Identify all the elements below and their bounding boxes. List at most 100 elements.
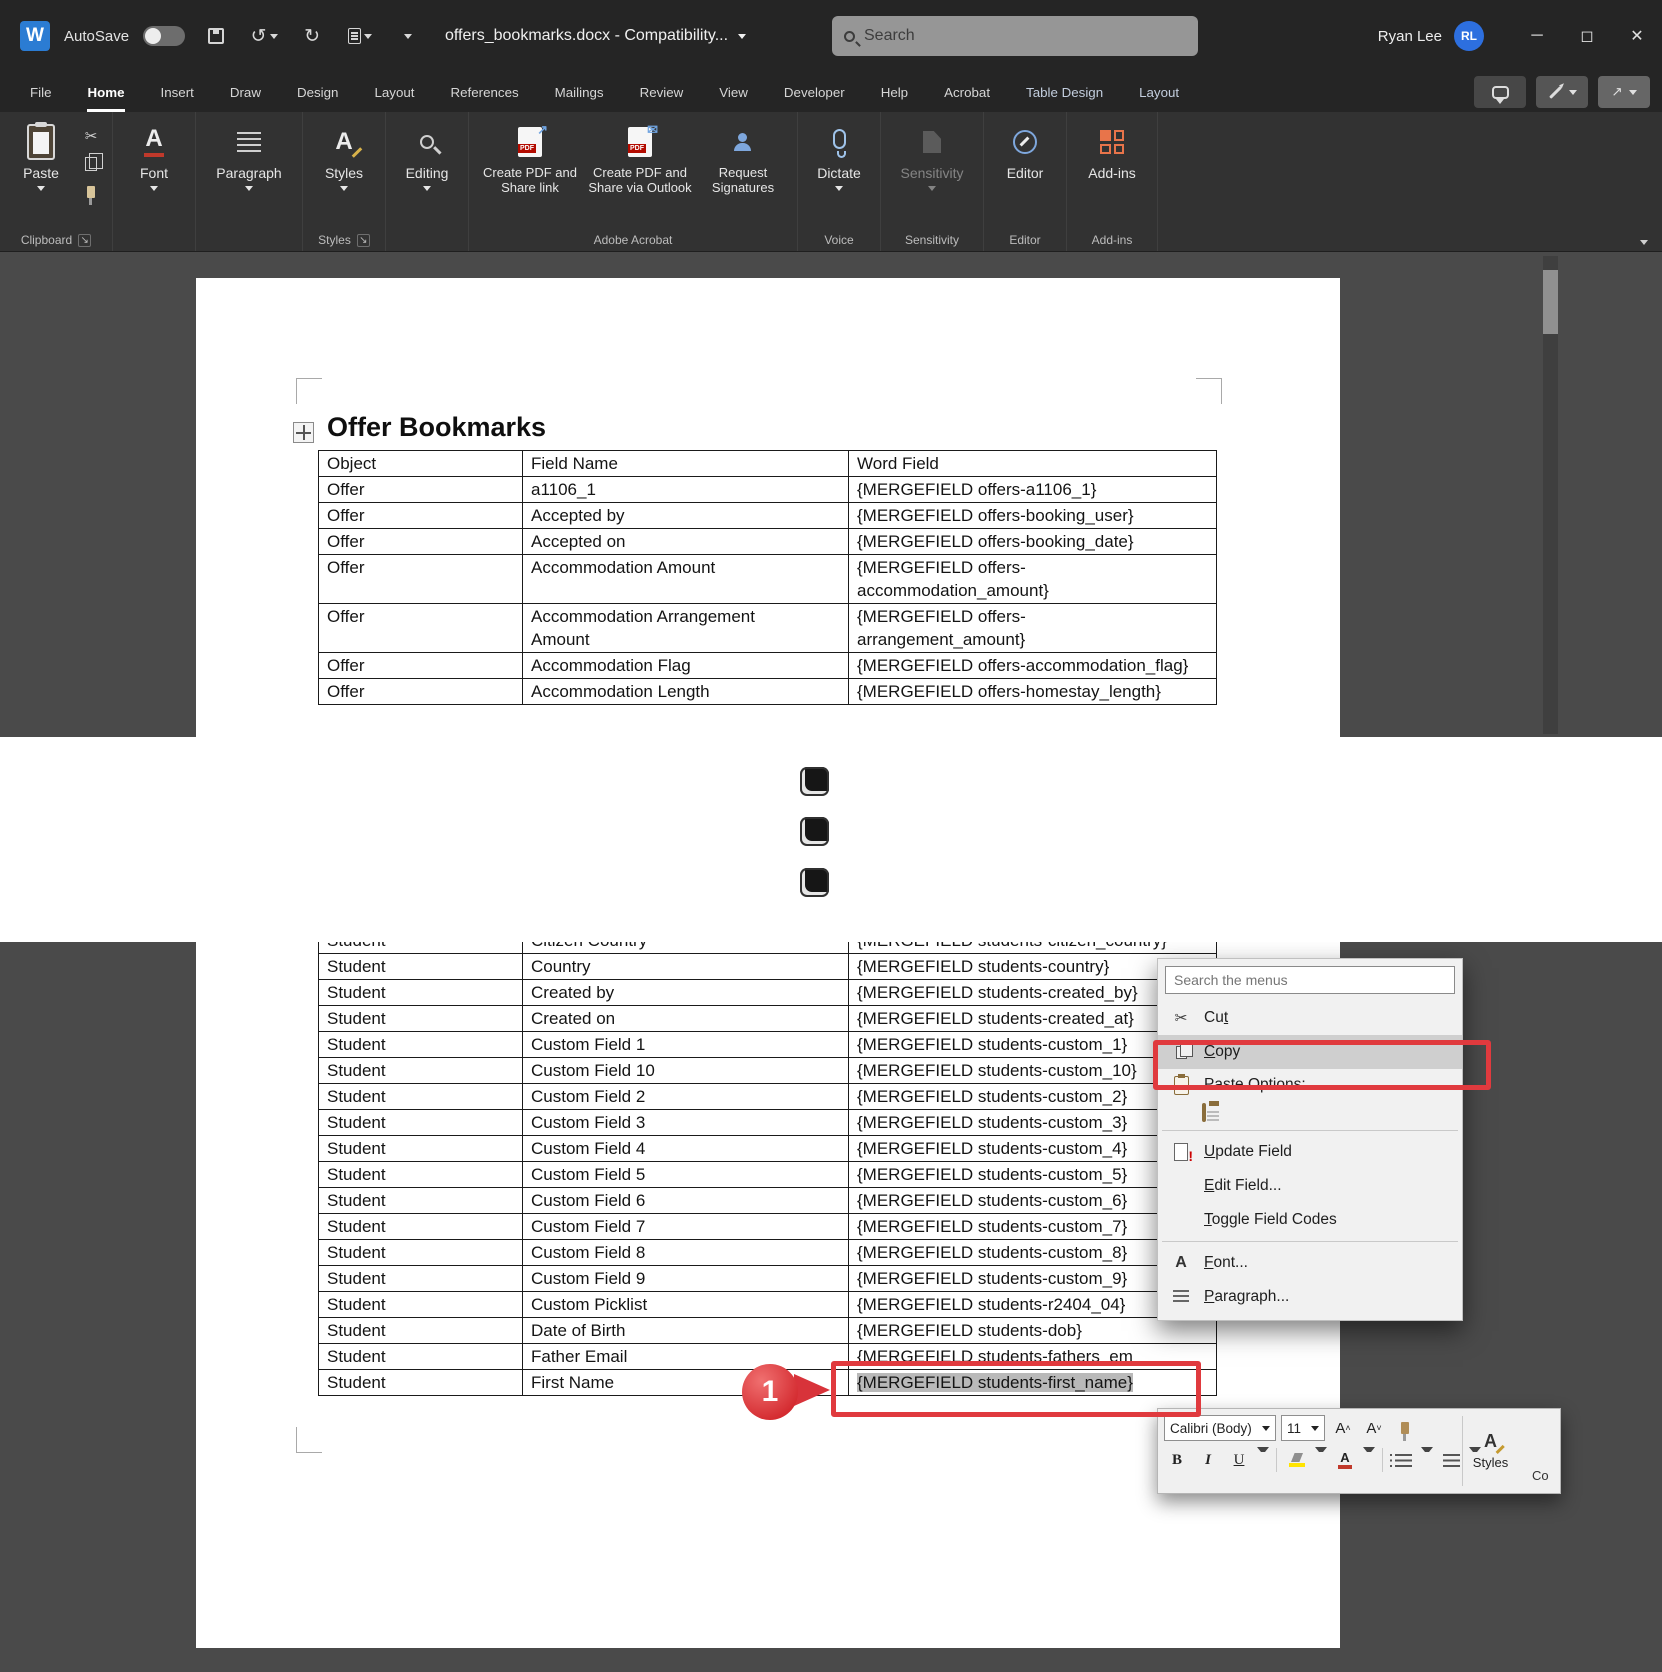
field-name-cell[interactable]: Custom Picklist xyxy=(523,1292,849,1318)
collapse-ribbon-button[interactable] xyxy=(1640,240,1648,245)
document-title[interactable]: offers_bookmarks.docx - Compatibility... xyxy=(445,0,746,72)
word-field-cell[interactable]: {MERGEFIELD offers-booking_user} xyxy=(849,503,1217,529)
object-cell[interactable]: Student xyxy=(319,1032,523,1058)
close-button[interactable]: ✕ xyxy=(1612,16,1662,56)
object-cell[interactable]: Student xyxy=(319,954,523,980)
font-size-select[interactable]: 11 xyxy=(1281,1415,1325,1441)
menu-item-toggle-field-codes[interactable]: Toggle Field Codes xyxy=(1158,1203,1462,1237)
styles-menu-button[interactable]: A Styles xyxy=(311,120,377,191)
object-cell[interactable]: Offer xyxy=(319,555,523,604)
sensitivity-button[interactable]: Sensitivity xyxy=(889,120,975,191)
menu-item-cut[interactable]: ✂ Cut xyxy=(1158,1001,1462,1035)
ribbon-tab[interactable]: File xyxy=(30,72,51,112)
column-header[interactable]: Word Field xyxy=(849,451,1217,477)
create-pdf-share-link-button[interactable]: PDF↗ Create PDF and Share link xyxy=(477,120,583,196)
field-name-cell[interactable]: Created on xyxy=(523,1006,849,1032)
ribbon-tab[interactable]: Home xyxy=(87,72,124,112)
save-button[interactable] xyxy=(199,19,233,53)
field-name-cell[interactable]: Custom Field 2 xyxy=(523,1084,849,1110)
object-cell[interactable]: Offer xyxy=(319,679,523,705)
font-color-dropdown[interactable] xyxy=(1363,1447,1375,1473)
word-field-cell[interactable]: {MERGEFIELD students-dob} xyxy=(849,1318,1217,1344)
ribbon-tab[interactable]: Layout xyxy=(374,72,414,112)
autosave-toggle[interactable] xyxy=(143,26,185,46)
object-cell[interactable]: Student xyxy=(319,1110,523,1136)
field-name-cell[interactable]: Accommodation Arrangement Amount xyxy=(523,604,849,653)
shrink-font-button[interactable]: A˅ xyxy=(1361,1415,1387,1441)
maximize-button[interactable]: ◻ xyxy=(1562,16,1612,56)
underline-button[interactable]: U xyxy=(1226,1447,1252,1473)
field-name-cell[interactable]: Custom Field 3 xyxy=(523,1110,849,1136)
field-name-cell[interactable]: Father Email xyxy=(523,1344,849,1370)
request-signatures-button[interactable]: Request Signatures xyxy=(697,120,789,196)
object-cell[interactable]: Student xyxy=(319,1136,523,1162)
search-box[interactable] xyxy=(832,16,1198,56)
clipboard-dialog-launcher[interactable]: ↘ xyxy=(78,234,91,247)
column-header[interactable]: Object xyxy=(319,451,523,477)
ribbon-tab[interactable]: Insert xyxy=(161,72,194,112)
field-name-cell[interactable]: Accepted by xyxy=(523,503,849,529)
field-name-cell[interactable]: Custom Field 6 xyxy=(523,1188,849,1214)
object-cell[interactable]: Student xyxy=(319,1266,523,1292)
dictate-button[interactable]: Dictate xyxy=(806,120,872,191)
create-pdf-outlook-button[interactable]: PDF✉ Create PDF and Share via Outlook xyxy=(587,120,693,196)
object-cell[interactable]: Offer xyxy=(319,529,523,555)
italic-button[interactable]: I xyxy=(1195,1447,1221,1473)
word-field-cell[interactable]: {MERGEFIELD offers-arrangement_amount} xyxy=(849,604,1217,653)
numbered-list-button[interactable] xyxy=(1438,1447,1464,1473)
field-name-cell[interactable]: Accommodation Length xyxy=(523,679,849,705)
editing-menu-button[interactable]: Editing xyxy=(394,120,460,191)
avatar[interactable]: RL xyxy=(1454,21,1484,51)
comments-button[interactable] xyxy=(1474,76,1526,108)
object-cell[interactable]: Student xyxy=(319,1344,523,1370)
page[interactable]: Offer Bookmarks Object Field Name Word F… xyxy=(196,278,1340,737)
object-cell[interactable]: Student xyxy=(319,980,523,1006)
bold-button[interactable]: B xyxy=(1164,1447,1190,1473)
field-name-cell[interactable]: Created by xyxy=(523,980,849,1006)
ribbon-tab[interactable]: Draw xyxy=(230,72,261,112)
format-painter-button[interactable] xyxy=(78,180,104,204)
search-input[interactable] xyxy=(864,27,1186,45)
format-painter-button[interactable] xyxy=(1392,1415,1418,1441)
customize-quick-access-button[interactable] xyxy=(391,19,425,53)
font-color-button[interactable]: A xyxy=(1332,1447,1358,1473)
column-header[interactable]: Field Name xyxy=(523,451,849,477)
editor-button[interactable]: Editor xyxy=(992,120,1058,181)
ribbon-tab[interactable]: Layout xyxy=(1139,72,1179,112)
ribbon-tab[interactable]: Design xyxy=(297,72,339,112)
object-cell[interactable]: Student xyxy=(319,1214,523,1240)
field-name-cell[interactable]: Country xyxy=(523,954,849,980)
font-name-select[interactable]: Calibri (Body) xyxy=(1164,1415,1276,1441)
share-button[interactable]: ↗ xyxy=(1598,76,1650,108)
field-name-cell[interactable]: a1106_1 xyxy=(523,477,849,503)
ribbon-tab[interactable]: Help xyxy=(881,72,908,112)
field-name-cell[interactable]: Custom Field 8 xyxy=(523,1240,849,1266)
object-cell[interactable]: Student xyxy=(319,1188,523,1214)
object-cell[interactable]: Offer xyxy=(319,653,523,679)
paragraph-menu-button[interactable]: Paragraph xyxy=(204,120,294,191)
word-field-cell[interactable]: {MERGEFIELD offers-a1106_1} xyxy=(849,477,1217,503)
object-cell[interactable]: Student xyxy=(319,1006,523,1032)
cut-button[interactable]: ✂ xyxy=(78,124,104,148)
paste-button[interactable]: Paste xyxy=(8,120,74,191)
ribbon-tab[interactable]: Developer xyxy=(784,72,845,112)
ribbon-tab[interactable]: Mailings xyxy=(555,72,604,112)
word-field-cell[interactable]: {MERGEFIELD offers-homestay_length} xyxy=(849,679,1217,705)
underline-dropdown[interactable] xyxy=(1257,1447,1269,1473)
menu-item-update-field[interactable]: ! Update Field xyxy=(1158,1135,1462,1169)
ribbon-tab[interactable]: Review xyxy=(640,72,684,112)
redo-button[interactable]: ↻ xyxy=(295,19,329,53)
ribbon-tab[interactable]: References xyxy=(451,72,519,112)
document-heading[interactable]: Offer Bookmarks xyxy=(327,412,546,443)
menu-item-paragraph[interactable]: Paragraph... xyxy=(1158,1280,1462,1314)
object-cell[interactable]: Offer xyxy=(319,477,523,503)
object-cell[interactable]: Student xyxy=(319,1318,523,1344)
ribbon-tab[interactable]: Acrobat xyxy=(944,72,990,112)
grow-font-button[interactable]: A˄ xyxy=(1330,1415,1356,1441)
word-field-cell[interactable]: {MERGEFIELD offers-accommodation_amount} xyxy=(849,555,1217,604)
word-field-cell[interactable]: {MERGEFIELD offers-accommodation_flag} xyxy=(849,653,1217,679)
object-cell[interactable]: Student xyxy=(319,942,523,954)
font-menu-button[interactable]: A Font xyxy=(121,120,187,191)
ribbon-tab[interactable]: Table Design xyxy=(1026,72,1103,112)
vertical-scrollbar[interactable] xyxy=(1543,256,1558,734)
